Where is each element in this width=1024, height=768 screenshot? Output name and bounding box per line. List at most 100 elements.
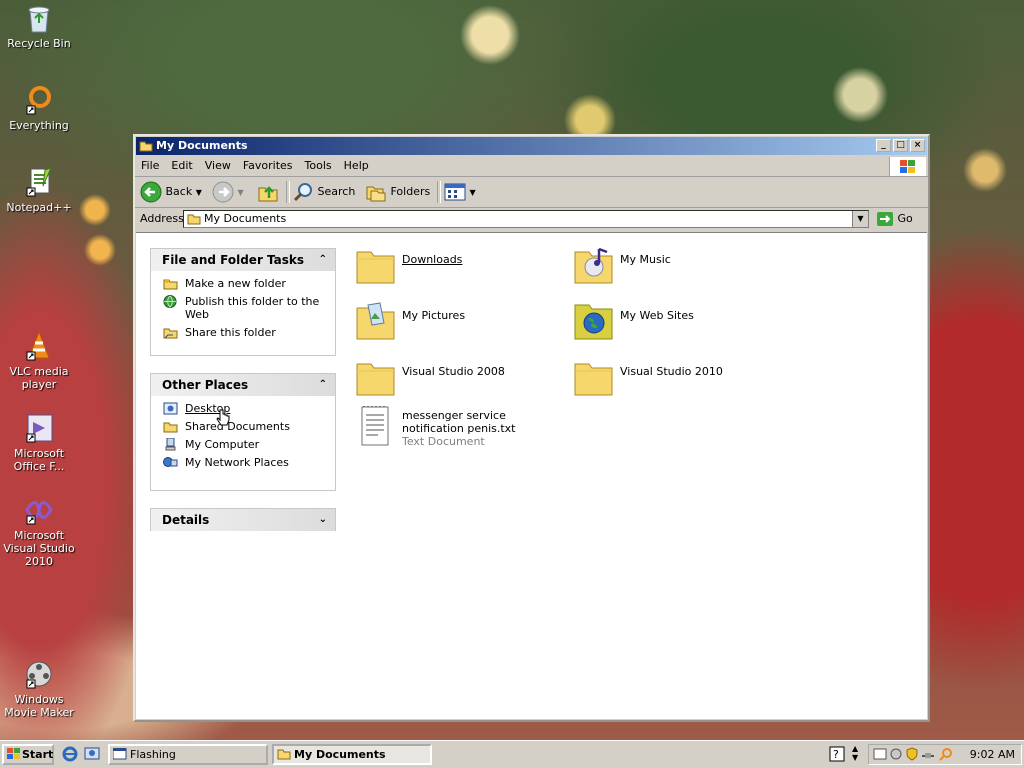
explorer-window: My Documents _ □ × File Edit View Favorites… <box>133 134 930 722</box>
desktop-icon-recycle-bin[interactable]: Recycle Bin <box>0 2 78 50</box>
address-bar: Address My Documents ▼ Go <box>135 208 928 230</box>
task-share-folder[interactable]: Share this folder <box>163 326 331 339</box>
views-dropdown-icon[interactable]: ▼ <box>470 188 476 197</box>
back-label: Back <box>165 185 193 198</box>
new-folder-icon <box>163 277 178 290</box>
content-area: File and Folder Tasks ⌃ Make a new folde… <box>136 232 927 719</box>
window-icon <box>113 748 127 760</box>
views-button[interactable]: ▼ <box>444 181 480 203</box>
desktop: Recycle Bin Everything Notepad++ VLC med… <box>0 0 1024 740</box>
taskbar-button-flashing[interactable]: Flashing <box>108 744 268 765</box>
start-button[interactable]: Start <box>2 744 54 765</box>
folder-icon <box>163 420 178 433</box>
network-icon[interactable] <box>921 747 935 764</box>
desktop-icon-everything[interactable]: Everything <box>0 84 78 132</box>
folder-icon <box>139 139 153 152</box>
quicklaunch-show-desktop-icon[interactable] <box>84 746 100 765</box>
folders-label: Folders <box>390 185 431 198</box>
search-label: Search <box>317 185 356 198</box>
toolbar-separator <box>286 181 290 203</box>
globe-icon <box>163 295 178 308</box>
address-input[interactable]: My Documents ▼ <box>183 210 869 228</box>
go-button[interactable]: Go <box>876 210 913 228</box>
pane-header[interactable]: Details ⌄ <box>151 509 335 531</box>
place-desktop[interactable]: Desktop <box>163 402 331 415</box>
address-value: My Documents <box>204 212 287 225</box>
windows-logo-icon <box>7 748 20 759</box>
place-shared-documents[interactable]: Shared Documents <box>163 420 331 433</box>
everything-search-icon <box>23 84 55 116</box>
desktop-icon-visual-studio[interactable]: Microsoft Visual Studio 2010 <box>0 494 78 568</box>
search-button[interactable]: Search <box>292 181 358 203</box>
window-title: My Documents <box>156 139 248 152</box>
hand-cursor-icon <box>216 409 230 426</box>
up-folder-button[interactable] <box>257 181 281 203</box>
forward-button[interactable]: ▼ <box>212 181 252 203</box>
menu-edit[interactable]: Edit <box>165 159 198 172</box>
task-publish-to-web[interactable]: Publish this folder to the Web <box>163 295 331 321</box>
file-folder-tasks-pane: File and Folder Tasks ⌃ Make a new folde… <box>150 248 336 356</box>
up-folder-icon <box>258 186 278 202</box>
notepad-plus-plus-icon <box>23 166 55 198</box>
toolbar-separator <box>437 181 441 203</box>
back-arrow-icon <box>140 181 162 203</box>
collapse-chevron-icon[interactable]: ⌃ <box>319 249 327 271</box>
pane-header[interactable]: Other Places ⌃ <box>151 374 335 396</box>
item-text-document[interactable]: messenger service notification penis.txt… <box>354 405 574 453</box>
desktop-icon-office[interactable]: Microsoft Office F... <box>0 412 78 473</box>
share-folder-icon <box>163 326 178 339</box>
menu-help[interactable]: Help <box>338 159 375 172</box>
security-shield-icon[interactable] <box>905 747 919 764</box>
back-dropdown-icon[interactable]: ▼ <box>196 188 202 197</box>
folder-icon <box>354 355 398 399</box>
other-places-pane: Other Places ⌃ Desktop Shared Documents … <box>150 373 336 491</box>
menu-tools[interactable]: Tools <box>299 159 338 172</box>
menu-favorites[interactable]: Favorites <box>237 159 299 172</box>
views-icon <box>444 183 466 201</box>
desktop-icon-notepad-plus-plus[interactable]: Notepad++ <box>0 166 78 214</box>
tray-scroll-icon[interactable]: ▲ ▼ <box>852 744 858 762</box>
back-button[interactable]: Back ▼ <box>140 181 204 203</box>
menu-bar: File Edit View Favorites Tools Help <box>135 156 928 177</box>
pane-header[interactable]: File and Folder Tasks ⌃ <box>151 249 335 271</box>
folder-icon <box>354 243 398 287</box>
menu-file[interactable]: File <box>135 159 165 172</box>
close-button[interactable]: × <box>910 139 925 152</box>
toolbar: Back ▼ ▼ Search Folders ▼ <box>135 177 928 208</box>
network-places-icon <box>163 456 178 469</box>
collapse-chevron-icon[interactable]: ⌃ <box>319 374 327 396</box>
maximize-button[interactable]: □ <box>893 139 908 152</box>
address-dropdown-icon[interactable]: ▼ <box>852 211 868 227</box>
help-icon[interactable]: ? <box>829 746 845 765</box>
everything-search-icon[interactable] <box>939 747 953 764</box>
go-label: Go <box>897 212 913 225</box>
system-tray: 9:02 AM <box>868 744 1022 765</box>
quicklaunch-ie-icon[interactable] <box>62 746 78 765</box>
web-folder-icon <box>572 299 616 343</box>
tray-app-icon[interactable] <box>889 747 903 764</box>
expand-chevron-icon[interactable]: ⌄ <box>319 509 327 531</box>
desktop-icon-vlc[interactable]: VLC media player <box>0 330 78 391</box>
clock: 9:02 AM <box>969 748 1015 761</box>
vlc-cone-icon <box>23 330 55 362</box>
forward-arrow-icon <box>212 181 234 203</box>
title-bar[interactable]: My Documents _ □ × <box>136 137 927 155</box>
desktop-icon-movie-maker[interactable]: Windows Movie Maker <box>0 658 78 719</box>
visual-studio-icon <box>23 494 55 526</box>
folder-icon <box>187 212 201 230</box>
text-document-icon <box>354 405 398 449</box>
music-folder-icon <box>572 243 616 287</box>
folders-button[interactable]: Folders <box>365 181 431 203</box>
menu-view[interactable]: View <box>199 159 237 172</box>
minimize-button[interactable]: _ <box>876 139 891 152</box>
place-my-network-places[interactable]: My Network Places <box>163 456 331 469</box>
place-my-computer[interactable]: My Computer <box>163 437 331 451</box>
folder-icon <box>277 749 291 760</box>
movie-maker-icon <box>23 658 55 690</box>
pane-title: File and Folder Tasks <box>162 253 305 267</box>
taskbar-button-my-documents[interactable]: My Documents <box>272 744 432 765</box>
file-name: messenger service notification penis.txt <box>402 409 516 435</box>
tray-window-icon[interactable] <box>873 747 887 764</box>
task-make-new-folder[interactable]: Make a new folder <box>163 277 331 290</box>
forward-dropdown-icon[interactable]: ▼ <box>238 188 244 197</box>
